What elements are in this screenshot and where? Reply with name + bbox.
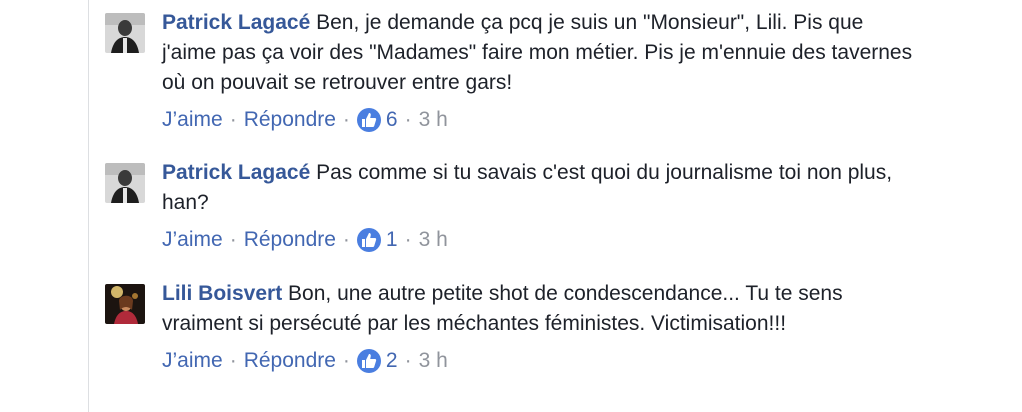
comment-text-block: Lili Boisvert Bon, une autre petite shot… <box>162 279 922 339</box>
avatar[interactable] <box>105 13 145 53</box>
separator: · <box>342 228 350 251</box>
comment-timestamp[interactable]: 3 h <box>419 225 448 255</box>
avatar-photo-icon <box>105 284 145 324</box>
thread-indent-line <box>88 0 89 412</box>
avatar[interactable] <box>105 284 145 324</box>
like-count[interactable]: 1 <box>386 225 398 255</box>
like-button[interactable]: J’aime <box>162 225 223 255</box>
reply-button[interactable]: Répondre <box>244 105 336 135</box>
comment-actions: J’aime · Répondre · 1 · 3 h <box>162 225 922 255</box>
like-button[interactable]: J’aime <box>162 105 223 135</box>
separator: · <box>404 108 412 131</box>
comment-author[interactable]: Patrick Lagacé <box>162 11 310 34</box>
comment-thread: Patrick Lagacé Ben, je demande ça pcq je… <box>0 0 1022 412</box>
thumbs-up-icon[interactable] <box>356 108 381 132</box>
avatar[interactable] <box>105 163 145 203</box>
separator: · <box>342 108 350 131</box>
comment-author[interactable]: Lili Boisvert <box>162 282 282 305</box>
comment-text-block: Patrick Lagacé Ben, je demande ça pcq je… <box>162 8 922 98</box>
comment-actions: J’aime · Répondre · 2 · 3 h <box>162 346 922 376</box>
thumbs-up-icon[interactable] <box>356 349 381 373</box>
comment-text-block: Patrick Lagacé Pas comme si tu savais c'… <box>162 158 922 218</box>
thumbs-up-icon[interactable] <box>356 228 381 252</box>
separator: · <box>229 108 237 131</box>
separator: · <box>404 349 412 372</box>
comment-actions: J’aime · Répondre · 6 · 3 h <box>162 105 922 135</box>
separator: · <box>229 228 237 251</box>
like-button[interactable]: J’aime <box>162 346 223 376</box>
separator: · <box>404 228 412 251</box>
comment-timestamp[interactable]: 3 h <box>419 346 448 376</box>
comment-author[interactable]: Patrick Lagacé <box>162 161 310 184</box>
separator: · <box>342 349 350 372</box>
separator: · <box>229 349 237 372</box>
avatar-photo-icon <box>105 163 145 203</box>
like-count[interactable]: 2 <box>386 346 398 376</box>
reply-button[interactable]: Répondre <box>244 346 336 376</box>
reply-button[interactable]: Répondre <box>244 225 336 255</box>
comment-timestamp[interactable]: 3 h <box>419 105 448 135</box>
like-count[interactable]: 6 <box>386 105 398 135</box>
avatar-photo-icon <box>105 13 145 53</box>
